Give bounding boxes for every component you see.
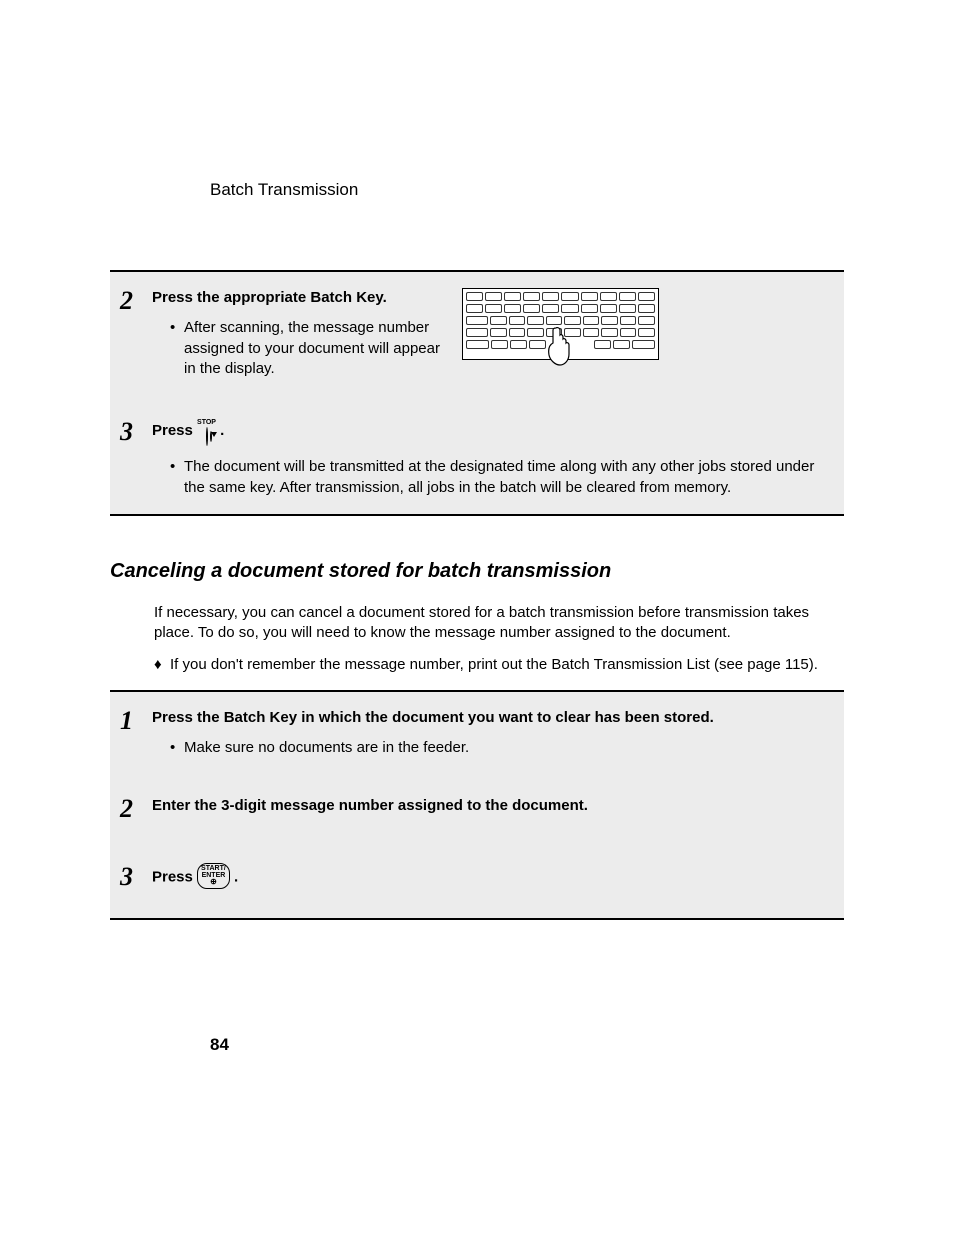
step-title: Enter the 3-digit message number assigne…	[152, 796, 824, 816]
pointing-hand-icon	[543, 327, 573, 367]
bullet-text: Make sure no documents are in the feeder…	[184, 738, 824, 758]
step-2-block: 2 Press the appropriate Batch Key. • Aft…	[110, 270, 844, 403]
intro-paragraph: If necessary, you can cancel a document …	[110, 603, 844, 644]
step-number: 1	[120, 708, 152, 734]
control-panel-illustration	[462, 288, 659, 360]
step-title: Press the Batch Key in which the documen…	[152, 708, 824, 728]
bullet-dot-icon: •	[170, 738, 184, 758]
procedure-cancel: 1 Press the Batch Key in which the docum…	[110, 690, 844, 920]
step-title-post: .	[234, 869, 238, 886]
bullet-text: After scanning, the message number assig…	[184, 318, 442, 379]
page-content: Batch Transmission 2 Press the appropria…	[0, 0, 954, 920]
step-title: Press START/ ENTER ⊕ .	[152, 864, 824, 891]
procedure-batch-transmission: 2 Press the appropriate Batch Key. • Aft…	[110, 270, 844, 516]
note-bullet: ♦ If you don't remember the message numb…	[110, 655, 844, 675]
step-number: 2	[120, 288, 152, 314]
start-enter-key-icon: START/ ENTER ⊕	[197, 863, 230, 890]
running-header: Batch Transmission	[110, 180, 844, 200]
step-title-pre: Press	[152, 869, 197, 886]
bullet-dot-icon: •	[170, 318, 184, 379]
section-heading-cancel: Canceling a document stored for batch tr…	[110, 560, 844, 583]
cancel-step-2-block: 2 Enter the 3-digit message number assig…	[110, 780, 844, 848]
step-title-pre: Press	[152, 422, 197, 439]
step-number: 3	[120, 864, 152, 890]
step-title: Press STOP .	[152, 419, 824, 447]
step-bullet: • The document will be transmitted at th…	[152, 457, 824, 498]
cancel-step-3-block: 3 Press START/ ENTER ⊕ .	[110, 848, 844, 919]
step-title-post: .	[220, 422, 224, 439]
stop-key-icon: STOP	[197, 419, 216, 447]
bullet-text: The document will be transmitted at the …	[184, 457, 824, 498]
step-number: 3	[120, 419, 152, 445]
step-title: Press the appropriate Batch Key.	[152, 288, 442, 308]
diamond-bullet-icon: ♦	[154, 655, 170, 675]
stop-label: STOP	[197, 419, 216, 426]
start-symbol: ⊕	[210, 877, 217, 886]
page-number: 84	[210, 1035, 229, 1055]
step-3-block: 3 Press STOP . • The document will be tr…	[110, 403, 844, 516]
cancel-step-1-block: 1 Press the Batch Key in which the docum…	[110, 690, 844, 781]
bullet-dot-icon: •	[170, 457, 184, 498]
start-line1: START/	[201, 865, 226, 872]
note-text: If you don't remember the message number…	[170, 655, 818, 675]
step-bullet: • After scanning, the message number ass…	[152, 318, 442, 379]
step-number: 2	[120, 796, 152, 822]
step-bullet: • Make sure no documents are in the feed…	[152, 738, 824, 758]
